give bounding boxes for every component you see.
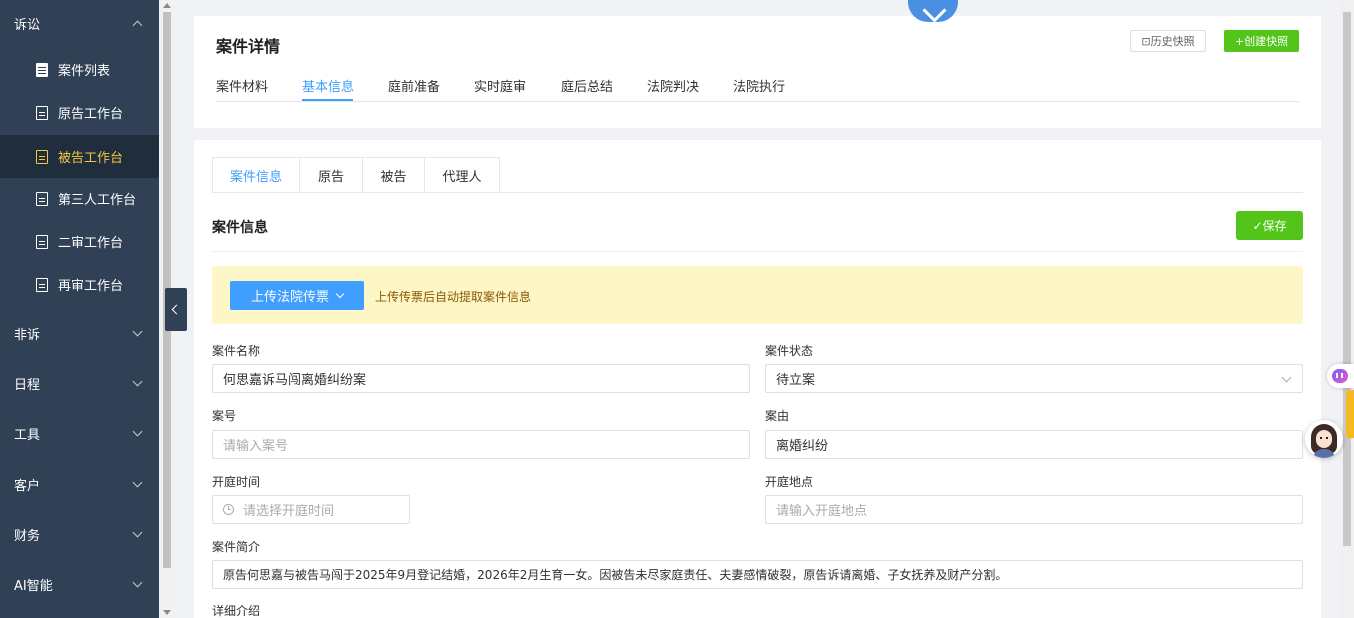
robot-icon xyxy=(1332,369,1348,383)
sidebar-item-label: 被告工作台 xyxy=(58,151,124,166)
case-status-select[interactable]: 待立案 xyxy=(765,364,1303,393)
page-title: 案件详情 xyxy=(216,37,281,56)
sidebar-item-label: 第三人工作台 xyxy=(58,193,137,208)
chevron-down-icon xyxy=(132,577,143,588)
subtab-plaintiff[interactable]: 原告 xyxy=(300,157,363,193)
tab-case-materials[interactable]: 案件材料 xyxy=(216,76,268,95)
hearing-time-placeholder: 请选择开庭时间 xyxy=(243,504,335,519)
nav-group-label: 财务 xyxy=(14,528,41,544)
case-status-label: 案件状态 xyxy=(765,344,814,358)
cause-label: 案由 xyxy=(765,409,790,423)
nav-group-non-litigation[interactable]: 非诉 xyxy=(0,311,159,355)
hearing-place-input[interactable]: 请输入开庭地点 xyxy=(765,495,1303,524)
tab-basic-info[interactable]: 基本信息 xyxy=(302,76,354,95)
scrollbar-thumb[interactable] xyxy=(1343,12,1351,546)
document-icon xyxy=(36,191,48,206)
sidebar-item-second-instance-workbench[interactable]: 二审工作台 xyxy=(0,220,159,263)
sidebar-item-retrial-workbench[interactable]: 再审工作台 xyxy=(0,263,159,306)
sidebar-item-defendant-workbench[interactable]: 被告工作台 xyxy=(0,135,159,178)
sidebar-collapse-button[interactable] xyxy=(165,288,187,331)
nav-group-tools[interactable]: 工具 xyxy=(0,411,159,455)
nav-group-finance[interactable]: 财务 xyxy=(0,512,159,556)
summary-input[interactable]: 原告何思嘉与被告马闯于2025年9月登记结婚，2026年2月生育一女。因被告未尽… xyxy=(212,560,1303,589)
subtab-agent[interactable]: 代理人 xyxy=(425,157,500,193)
sidebar-item-label: 原告工作台 xyxy=(58,107,124,122)
sidebar-item-label: 二审工作台 xyxy=(58,236,124,251)
ai-assistant-icon[interactable] xyxy=(1327,364,1354,388)
case-number-label: 案号 xyxy=(212,409,237,423)
scroll-down-arrow-icon[interactable] xyxy=(163,610,171,615)
tab-court-enforcement[interactable]: 法院执行 xyxy=(733,76,785,95)
tab-pretrial-prep[interactable]: 庭前准备 xyxy=(388,76,440,95)
chevron-down-icon xyxy=(132,426,143,437)
scroll-up-arrow-icon[interactable] xyxy=(163,3,171,8)
active-tab-indicator xyxy=(302,99,353,101)
chevron-down-icon xyxy=(1281,372,1292,383)
side-drawer-tab[interactable] xyxy=(1346,390,1354,438)
nav-group-ai[interactable]: AI智能 xyxy=(0,562,159,606)
upload-button-label: 上传法院传票 xyxy=(250,290,329,305)
case-name-input[interactable]: 何思嘉诉马闯离婚纠纷案 xyxy=(212,364,750,393)
subtab-divider xyxy=(212,192,1303,193)
avatar-face xyxy=(1316,430,1332,448)
nav-group-clients[interactable]: 客户 xyxy=(0,462,159,506)
nav-group-label: 客户 xyxy=(14,478,41,494)
chevron-down-icon xyxy=(132,527,143,538)
section-title: 案件信息 xyxy=(212,220,268,236)
hearing-time-label: 开庭时间 xyxy=(212,475,261,489)
chevron-up-icon xyxy=(132,20,143,31)
nav-group-schedule[interactable]: 日程 xyxy=(0,361,159,405)
nav-group-label: 非诉 xyxy=(14,327,41,343)
subtab-defendant[interactable]: 被告 xyxy=(363,157,425,193)
sidebar-item-case-list[interactable]: 案件列表 xyxy=(0,48,159,91)
chevron-down-icon xyxy=(132,326,143,337)
document-icon xyxy=(36,149,48,164)
chevron-down-icon xyxy=(335,289,345,298)
sidebar-item-label: 再审工作台 xyxy=(58,279,124,294)
case-info-card: 案件信息 原告 被告 代理人 案件信息 ✓保存 上传法院传票 上传传票后自动提取… xyxy=(194,140,1321,618)
chevron-down-icon xyxy=(132,376,143,387)
history-snapshot-button[interactable]: ⊡历史快照 xyxy=(1130,30,1206,52)
case-number-input[interactable]: 请输入案号 xyxy=(212,430,750,459)
tab-post-trial-summary[interactable]: 庭后总结 xyxy=(561,76,613,95)
notice-text: 上传传票后自动提取案件信息 xyxy=(375,290,532,304)
customer-service-avatar[interactable] xyxy=(1305,420,1343,458)
upload-notice-banner: 上传法院传票 上传传票后自动提取案件信息 xyxy=(212,266,1303,324)
case-name-label: 案件名称 xyxy=(212,344,261,358)
sidebar-item-label: 案件列表 xyxy=(58,64,111,79)
chevron-down-icon xyxy=(132,477,143,488)
sidebar-item-third-party-workbench[interactable]: 第三人工作台 xyxy=(0,177,159,220)
tab-live-trial[interactable]: 实时庭审 xyxy=(474,76,526,95)
section-divider xyxy=(212,251,1303,252)
sidebar: 诉讼 案件列表 原告工作台 被告工作台 第三人工作台 二审工作台 再审工作台 非… xyxy=(0,0,159,618)
document-icon xyxy=(36,234,48,249)
nav-group-label: 工具 xyxy=(14,427,41,443)
list-icon xyxy=(36,62,48,77)
subtab-case-info[interactable]: 案件信息 xyxy=(212,157,300,193)
clock-icon xyxy=(223,504,234,515)
hearing-place-label: 开庭地点 xyxy=(765,475,814,489)
sidebar-item-plaintiff-workbench[interactable]: 原告工作台 xyxy=(0,91,159,134)
cause-input[interactable]: 离婚纠纷 xyxy=(765,430,1303,459)
document-icon xyxy=(36,105,48,120)
detail-label: 详细介绍 xyxy=(212,604,261,618)
tab-divider xyxy=(216,101,1299,102)
nav-group-label: 日程 xyxy=(14,377,41,393)
summary-label: 案件简介 xyxy=(212,540,261,554)
avatar-eyes xyxy=(1320,437,1322,439)
save-button[interactable]: ✓保存 xyxy=(1236,211,1303,240)
nav-group-label: 诉讼 xyxy=(14,17,41,33)
nav-group-label: AI智能 xyxy=(14,578,53,594)
tab-court-judgment[interactable]: 法院判决 xyxy=(647,76,699,95)
case-header-card: 案件详情 ⊡历史快照 +创建快照 案件材料 基本信息 庭前准备 实时庭审 庭后总… xyxy=(194,16,1321,128)
page-scrollbar[interactable] xyxy=(1340,0,1354,618)
case-status-value: 待立案 xyxy=(776,373,816,388)
create-snapshot-button[interactable]: +创建快照 xyxy=(1224,30,1299,52)
nav-group-litigation[interactable]: 诉讼 xyxy=(0,1,159,45)
document-icon xyxy=(36,277,48,292)
upload-court-summons-button[interactable]: 上传法院传票 xyxy=(230,281,364,310)
hearing-time-picker[interactable]: 请选择开庭时间 xyxy=(212,495,410,524)
